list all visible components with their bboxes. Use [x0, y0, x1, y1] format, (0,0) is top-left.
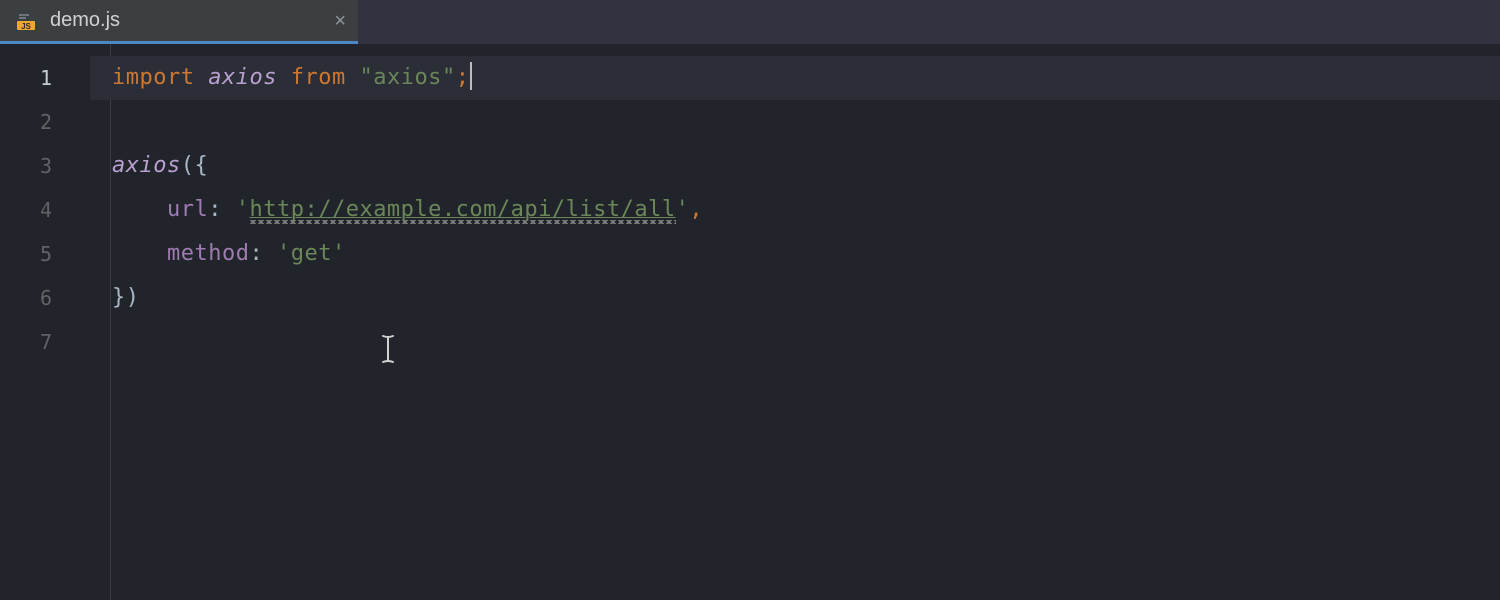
punct-token: : [208, 197, 236, 222]
line-number[interactable]: 5 [0, 232, 90, 276]
keyword-token: import [112, 65, 194, 90]
string-token: ' [676, 197, 690, 222]
line-number[interactable]: 3 [0, 144, 90, 188]
js-file-icon: JS [16, 11, 36, 31]
punct-token: ({ [181, 153, 209, 178]
property-token: method [167, 241, 249, 266]
string-token: " [359, 65, 373, 90]
line-number[interactable]: 2 [0, 100, 90, 144]
code-line[interactable]: axios({ [90, 144, 1500, 188]
close-tab-icon[interactable]: × [330, 7, 350, 35]
punct-token: , [689, 197, 703, 222]
identifier-token: axios [112, 153, 181, 178]
indent [112, 197, 167, 222]
url-string-token[interactable]: http://example.com/api/list/all [249, 197, 675, 224]
code-editor[interactable]: 1 2 3 4 5 6 7 import axios from "axios";… [0, 44, 1500, 600]
code-line[interactable]: url: 'http://example.com/api/list/all', [90, 188, 1500, 232]
string-token: ' [332, 241, 346, 266]
punct-token: ; [456, 65, 470, 90]
string-token: ' [277, 241, 291, 266]
tab-file-name: demo.js [50, 9, 120, 32]
punct-token: : [249, 241, 277, 266]
text-caret [470, 62, 472, 90]
identifier-token: axios [208, 65, 277, 90]
line-number[interactable]: 6 [0, 276, 90, 320]
string-token: axios [373, 65, 442, 90]
keyword-token: from [291, 65, 346, 90]
code-line[interactable] [90, 100, 1500, 144]
punct-token: }) [112, 285, 140, 310]
line-number[interactable]: 7 [0, 320, 90, 364]
line-number-gutter[interactable]: 1 2 3 4 5 6 7 [0, 44, 90, 600]
string-token: " [442, 65, 456, 90]
line-number[interactable]: 4 [0, 188, 90, 232]
code-area[interactable]: import axios from "axios"; axios({ url: … [90, 44, 1500, 600]
property-token: url [167, 197, 208, 222]
code-line[interactable]: import axios from "axios"; [90, 56, 1500, 100]
editor-tab-demo-js[interactable]: JS demo.js × [0, 0, 358, 44]
indent [112, 241, 167, 266]
code-line[interactable]: method: 'get' [90, 232, 1500, 276]
code-line[interactable]: }) [90, 276, 1500, 320]
string-token: ' [236, 197, 250, 222]
svg-text:JS: JS [21, 22, 31, 31]
string-token: get [291, 241, 332, 266]
line-number[interactable]: 1 [0, 56, 90, 100]
code-line[interactable] [90, 320, 1500, 364]
tab-bar: JS demo.js × [0, 0, 1500, 44]
